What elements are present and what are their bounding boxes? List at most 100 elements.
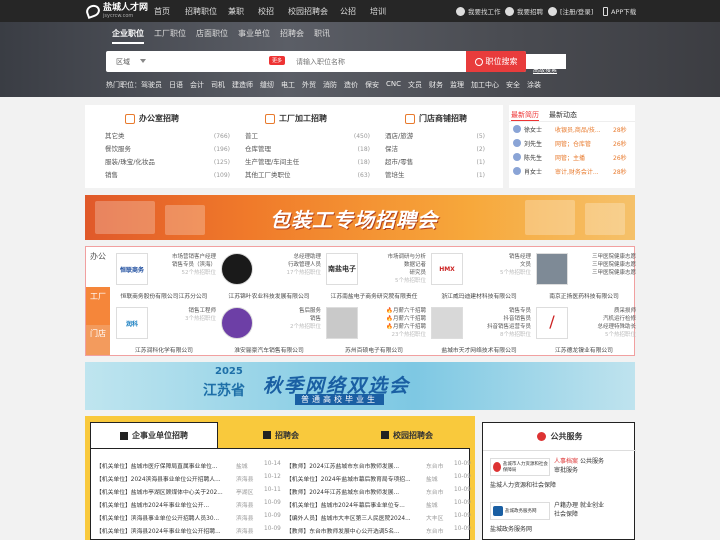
nav-jobs[interactable]: 招聘职位 [185,6,217,17]
column-title[interactable]: 门店商铺招聘 [419,113,467,124]
public-service-item[interactable]: 盐城市人力资源和社会保障局 人事档案 公共服务 审批服务 盐城人力资源和社会保障 [488,455,633,495]
hot-job-link[interactable]: 加工中心 [471,80,499,90]
category-row[interactable]: 保洁 (2) [385,143,485,156]
hot-job-link[interactable]: 缝纫 [260,80,274,90]
category-row[interactable]: 服装/珠宝/化妆品 (125) [105,156,230,169]
company-card[interactable]: 总经理助理 行政管理人员 17个热招职位 江苏锦叶农业科技发展有限公司 [217,249,321,300]
category-row[interactable]: 其他工厂类职位 (63) [245,169,370,182]
service-link[interactable]: 就业创业 [580,502,604,509]
public-service-item[interactable]: 盐城政务服务网 户籍办理 就业创业 社会保障 盐城政务服务网 [488,499,633,539]
service-link[interactable]: 户籍办理 [554,502,578,509]
news-item[interactable]: 【机关单位】盐城市医疗保障局直属事业单位... 盐城 10-14 [96,461,281,470]
nav-parttime[interactable]: 兼职 [228,6,244,17]
find-job-link[interactable]: 我要找工作 [456,4,501,18]
category-row[interactable]: 销售 (109) [105,169,230,182]
category-row[interactable]: 生产管理/车间主任 (18) [245,156,370,169]
news-item[interactable]: 【机关单位】盐城市亭湖区顾煤体中心关于202... 亭湖区 10-11 [96,487,281,496]
tab-enterprise[interactable]: 企业职位 [112,28,144,44]
hot-job-link[interactable]: 消防 [323,80,337,90]
news-item[interactable]: 【机关单位】盐城市2024年事业单位公开... 滨海县 10-09 [96,500,281,509]
app-download-link[interactable]: APP下载 [603,4,636,18]
category-row[interactable]: 酒店/旅游 (5) [385,130,485,143]
factory-jobs-column: 工厂加工招聘 普工 (450) 仓库管理 (18) 生产管理/车间主任 (18) 其他… [245,113,370,182]
nav-home[interactable]: 首页 [154,6,170,17]
nav-training[interactable]: 培训 [370,6,386,17]
hot-job-link[interactable]: 监理 [450,80,464,90]
company-card[interactable]: 恒联商务 市场营销客户经理 销售专员（滨海） 52个热招职位 恒联商务股份有限公司江… [112,249,216,300]
recruit-link[interactable]: 我要招聘 [505,4,543,18]
news-item[interactable]: 【编外人员】盐城市大丰区第三人民医院2024... 大丰区 10-09 [286,513,471,522]
news-item[interactable]: 【机关单位】滨海县事业单位公开招聘人员30... 滨海县 10-09 [96,513,281,522]
side-tab-store[interactable]: 门店 [86,325,110,355]
login-link[interactable]: [注册/登录] [548,4,593,18]
hot-job-link[interactable]: 日语 [169,80,183,90]
category-row[interactable]: 仓库管理 (18) [245,143,370,156]
service-link[interactable]: 社会保障 [554,511,578,518]
company-card[interactable]: 三甲医院健康志愿 三甲医院健康志愿 三甲医院健康志愿 南京正扬医药科技有限公司 [532,249,636,300]
tab-job-fair[interactable]: 招聘会 [280,28,304,44]
side-tab-factory[interactable]: 工厂 [86,287,110,325]
service-link[interactable]: 审批服务 [554,467,578,474]
category-row[interactable]: 其它类 (766) [105,130,230,143]
tab-factory[interactable]: 工厂职位 [154,28,186,44]
site-logo[interactable]: 盐城人才网 jsycrcw.com [84,2,148,20]
company-card[interactable]: ⧸ 质采损师 汽机运行检修 总经理特殊助长 5个热招职位 江苏德龙镍业有限公司 [532,303,636,354]
resume-item[interactable]: 徐女士 收银员,商品/技... 28秒 [509,122,635,136]
news-item[interactable]: 【机关单位】2024年盐城市幕后教育局专项招... 盐城 10-09 [286,474,471,483]
hot-job-link[interactable]: 文员 [408,80,422,90]
column-title[interactable]: 办公室招聘 [139,113,179,124]
region-select[interactable]: 区域 [116,57,130,67]
company-card[interactable]: 售后服务 销售 2个热招职位 淮安骊豪汽车销售有限公司 [217,303,321,354]
hot-job-link[interactable]: 造价 [344,80,358,90]
tab-news[interactable]: 职讯 [314,28,330,44]
more-badge[interactable]: 更多 [269,56,286,65]
nav-campus[interactable]: 校招 [258,6,274,17]
hot-job-link[interactable]: 安全 [506,80,520,90]
nav-public-recruit[interactable]: 公招 [340,6,356,17]
resume-item[interactable]: 刘先生 网管；仓库管 26秒 [509,136,635,150]
tab-institution-recruit[interactable]: 企事业单位招聘 [90,422,218,448]
advanced-search-link[interactable]: 高级搜索 [533,65,557,74]
resume-item[interactable]: 陈先生 网管；主播 26秒 [509,150,635,164]
service-link[interactable]: 人事档案 [554,458,578,465]
side-tab-office[interactable]: 办公 [86,247,110,287]
category-row[interactable]: 普工 (450) [245,130,370,143]
column-title[interactable]: 工厂加工招聘 [279,113,327,124]
category-row[interactable]: 超市/零售 (1) [385,156,485,169]
hot-job-link[interactable]: CNC [386,80,401,90]
nav-campus-fair[interactable]: 校园招聘会 [288,6,328,17]
company-card[interactable]: 🔥月薪六千招聘 🔥月薪六千招聘 🔥月薪六千招聘 23个热招职位 苏州百硕电子有限公司 [322,303,426,354]
category-row[interactable]: 管培生 (1) [385,169,485,182]
hot-job-link[interactable]: 司机 [211,80,225,90]
news-item[interactable]: 【机关单位】2024滨海县事业单位公开招聘人... 滨海县 10-12 [96,474,281,483]
resume-item[interactable]: 肖女士 审计,财务会计... 28秒 [509,164,635,178]
company-card[interactable]: 销售专员 抖音销售员 抖音销售运营专员 8个热招职位 盐城市天才网络技术有限公司 [427,303,531,354]
hot-job-link[interactable]: 电工 [281,80,295,90]
tab-campus-fair[interactable]: 校园招聘会 [344,422,470,448]
news-item[interactable]: 【教师】2024年江苏盐城东台市教师发展... 东台市 10-09 [286,487,471,496]
company-card[interactable]: 南盐电子 市场调研与分析 数据记者 研究员 5个热招职位 江苏南盐电子商务研究院有限责… [322,249,426,300]
hot-job-link[interactable]: 保安 [365,80,379,90]
hot-job-link[interactable]: 财务 [429,80,443,90]
news-item[interactable]: 【教师】东台市教师发展中心公开选调5名... 东台市 10-09 [286,526,471,535]
search-button[interactable]: 职位搜索 [466,51,526,72]
hot-job-link[interactable]: 涂装 [527,80,541,90]
autumn-fair-banner[interactable]: 2025 江苏省 秋季网络双选会 普通高校毕业生 [85,362,635,410]
news-item[interactable]: 【机关单位】盐城市2024年幕后事业单位专... 盐城 10-09 [286,500,471,509]
tab-latest-news[interactable]: 最新动态 [549,110,577,121]
hot-job-link[interactable]: 会计 [190,80,204,90]
tab-store[interactable]: 店面职位 [196,28,228,44]
news-item[interactable]: 【机关单位】滨海县2024年事业单位公开招聘... 滨海县 10-09 [96,526,281,535]
hot-job-link[interactable]: 外贸 [302,80,316,90]
company-card[interactable]: HMX 销售经理 文员 5个热招职位 浙江威玛迪建材科技有限公司 [427,249,531,300]
tab-job-fair[interactable]: 招聘会 [218,422,344,448]
hot-job-link[interactable]: 驾驶员 [141,80,162,90]
hot-job-link[interactable]: 建造师 [232,80,253,90]
news-item[interactable]: 【教师】2024江苏盐城市东台市教师发展... 东台市 10-09 [286,461,471,470]
tab-institution[interactable]: 事业单位 [238,28,270,44]
service-link[interactable]: 公共服务 [580,458,604,465]
tab-latest-resume[interactable]: 最新简历 [511,110,539,121]
category-row[interactable]: 餐饮服务 (196) [105,143,230,156]
packaging-fair-banner[interactable]: 包装工专场招聘会 [85,195,635,240]
company-card[interactable]: 润科 销售工程师 3个热招职位 江苏润科化学有限公司 [112,303,216,354]
